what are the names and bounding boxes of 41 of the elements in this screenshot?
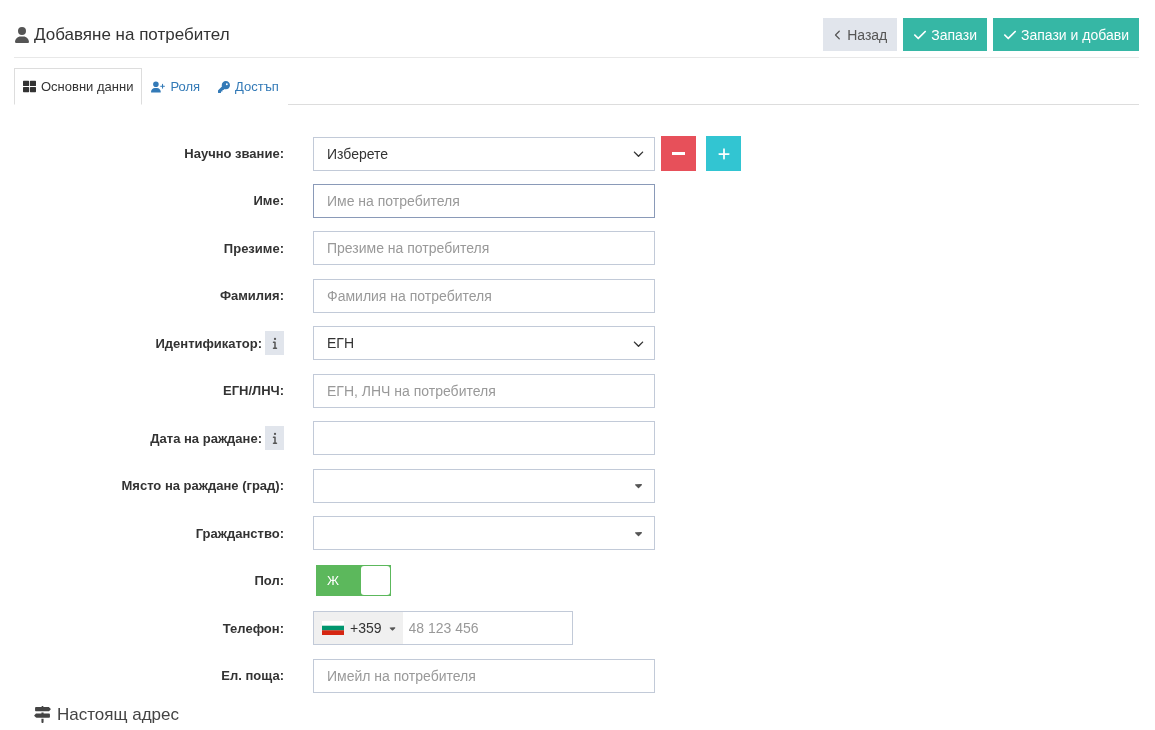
info-icon[interactable]	[265, 426, 284, 450]
flag-icon	[322, 621, 344, 635]
user-icon	[14, 26, 30, 43]
field-label: Име:	[253, 193, 284, 208]
input-field[interactable]: ЕГН, ЛНЧ на потребителя	[313, 373, 655, 408]
input-field[interactable]: Презиме на потребителя	[313, 231, 655, 265]
input-field[interactable]	[313, 421, 655, 455]
input-field[interactable]: Фамилия на потребителя	[313, 278, 655, 313]
select-field[interactable]	[313, 516, 655, 550]
field-label: Научно звание:	[184, 146, 284, 161]
key-icon	[218, 80, 231, 93]
chevron-down-icon	[633, 148, 644, 159]
select-field[interactable]	[313, 468, 655, 503]
tab[interactable]: Основни данни	[14, 68, 143, 105]
remove-button[interactable]	[661, 136, 696, 171]
user-plus-icon	[151, 79, 166, 94]
input-field[interactable]: Име на потребителя	[313, 183, 655, 218]
plus-icon	[716, 146, 731, 161]
select-field[interactable]: ЕГН	[313, 326, 655, 360]
field-label: Ел. поща:	[221, 668, 284, 683]
minus-icon	[672, 152, 685, 155]
field-label: Идентификатор:	[155, 335, 262, 351]
country-code-dropdown[interactable]: +359	[314, 612, 403, 644]
field-label: Място на раждане (град):	[121, 478, 284, 493]
select-field[interactable]: Изберете	[313, 136, 655, 171]
field-label: ЕГН/ЛНЧ:	[223, 383, 284, 398]
field-label: Пол:	[254, 573, 284, 588]
section-title: Настоящ адрес	[57, 704, 179, 725]
field-label: Гражданство:	[195, 525, 284, 541]
add-button[interactable]	[706, 136, 741, 171]
field-label: Дата на раждане:	[150, 430, 262, 446]
back-button[interactable]: Назад	[823, 18, 898, 51]
input-field[interactable]: Имейл на потребителя	[313, 658, 655, 693]
phone-field[interactable]: +359 48 123 456	[313, 611, 573, 645]
grid-icon	[23, 80, 36, 93]
field-label: Телефон:	[222, 620, 284, 636]
field-label: Презиме:	[223, 240, 284, 256]
info-icon[interactable]	[265, 331, 284, 355]
page-title: Добавяне на потребител	[34, 24, 230, 45]
field-label: Фамилия:	[219, 288, 284, 303]
signpost-icon	[34, 706, 51, 723]
